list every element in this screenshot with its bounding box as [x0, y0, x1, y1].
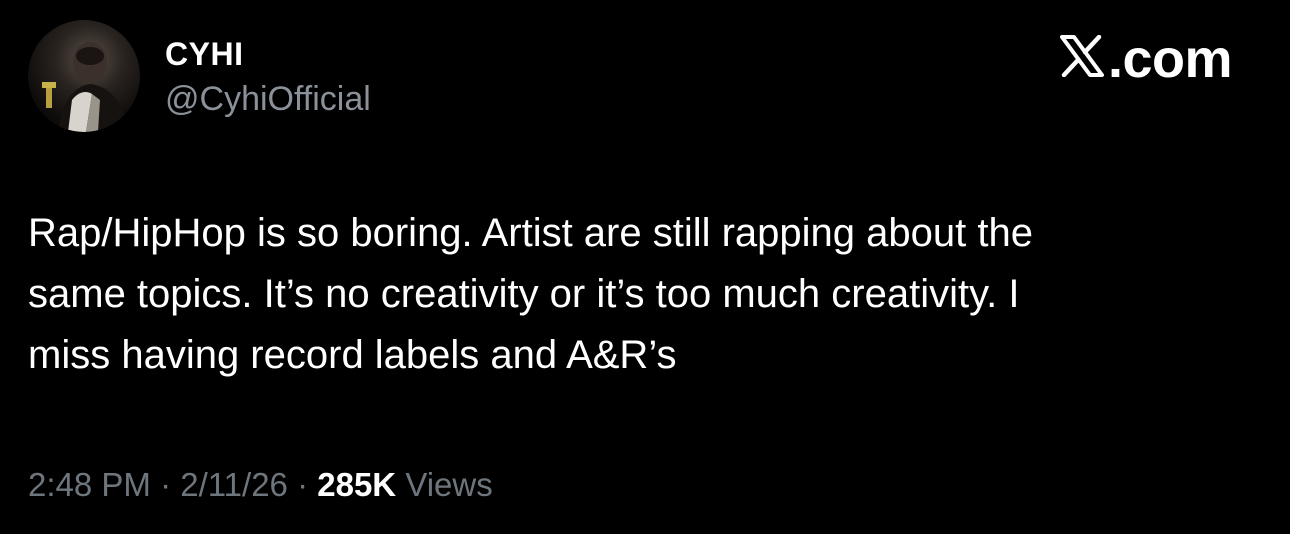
- x-com-watermark: .com: [1059, 28, 1233, 90]
- views-label: Views: [405, 466, 493, 503]
- profile-photo: [42, 42, 128, 132]
- tweet-time[interactable]: 2:48 PM: [28, 466, 151, 503]
- meta-separator: ·: [297, 466, 309, 503]
- tweet-meta: 2:48 PM · 2/11/26 · 285K Views: [28, 466, 493, 504]
- author-display-name[interactable]: CYHI: [165, 36, 243, 73]
- author-handle[interactable]: @CyhiOfficial: [165, 80, 371, 119]
- brand-suffix: .com: [1107, 29, 1233, 89]
- meta-separator: ·: [160, 466, 172, 503]
- tweet-text: Rap/HipHop is so boring. Artist are stil…: [28, 211, 1033, 377]
- avatar[interactable]: [28, 20, 140, 132]
- tweet-date[interactable]: 2/11/26: [180, 466, 288, 503]
- tweet-card: CYHI @CyhiOfficial .com Rap/HipHop is so…: [0, 0, 1290, 534]
- views-count: 285K: [317, 466, 397, 503]
- x-logo-icon: [1059, 28, 1104, 90]
